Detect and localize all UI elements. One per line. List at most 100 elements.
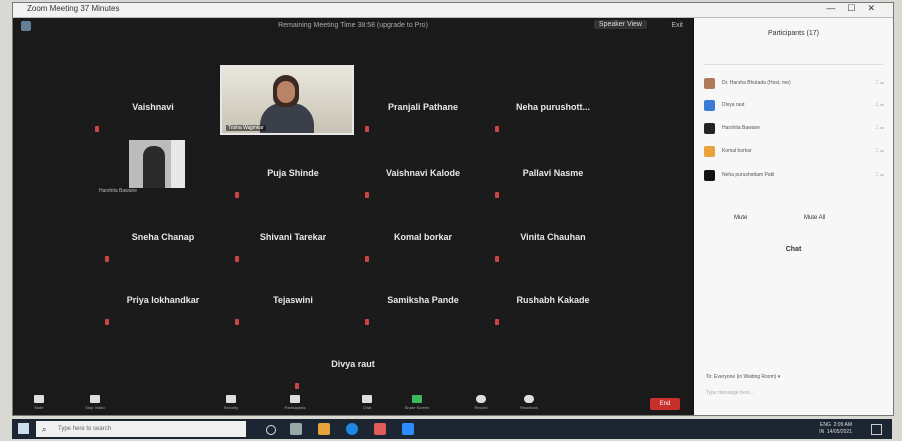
- taskbar-search-input[interactable]: ⌕ Type here to search: [36, 421, 246, 437]
- window-controls[interactable]: —☐✕: [826, 3, 887, 14]
- muted-mic-icon: [235, 192, 239, 198]
- muted-mic-icon: [235, 256, 239, 262]
- mute-button[interactable]: Mute: [19, 395, 59, 410]
- participant-name: Rushabh Kakade: [516, 295, 590, 305]
- participant-name: Neha purushott...: [516, 102, 590, 112]
- participant-tile[interactable]: Sneha Chanap: [99, 210, 227, 268]
- participant-tile[interactable]: Vaishnavi Kalode: [359, 146, 487, 204]
- participant-tile[interactable]: Divya raut: [289, 337, 417, 395]
- participant-name: Pranjali Pathane: [387, 102, 459, 112]
- mic-video-status-icon: ⎍ ▭: [875, 148, 884, 154]
- avatar: [704, 100, 715, 111]
- edge-browser-icon[interactable]: [346, 423, 358, 435]
- speaker-view-button[interactable]: Speaker View: [593, 20, 647, 29]
- zoom-app-icon[interactable]: [402, 423, 414, 435]
- participant-row[interactable]: Komal borkar ⎍ ▭: [704, 144, 884, 160]
- participant-tile[interactable]: Rushabh Kakade: [489, 273, 617, 331]
- participant-name: Shivani Tarekar: [259, 232, 327, 242]
- muted-mic-icon: [365, 256, 369, 262]
- muted-mic-icon: [235, 319, 239, 325]
- participants-header: Participants (17): [768, 30, 819, 37]
- record-button[interactable]: Record: [461, 395, 501, 410]
- participant-tile[interactable]: Tejaswini: [229, 273, 357, 331]
- participant-search[interactable]: [704, 56, 883, 65]
- participant-name: Pallavi Nasme: [522, 168, 584, 178]
- participant-tile[interactable]: Samiksha Pande: [359, 273, 487, 331]
- search-icon: ⌕: [42, 425, 47, 434]
- participants-panel: Participants (17) Dr. Harsha Bhutada (Ho…: [694, 18, 893, 415]
- exit-fullscreen-button[interactable]: Exit: [671, 22, 683, 29]
- stop-video-button[interactable]: Stop Video: [75, 395, 115, 410]
- person-face: [277, 81, 295, 103]
- file-explorer-icon[interactable]: [318, 423, 330, 435]
- person-figure: [143, 146, 165, 188]
- muted-mic-icon: [365, 126, 369, 132]
- participant-tile[interactable]: Puja Shinde: [229, 146, 357, 204]
- muted-mic-icon: [95, 126, 99, 132]
- windows-taskbar: ⌕ Type here to search ENG 2:09 AM IN 14/…: [12, 419, 892, 439]
- participant-tile[interactable]: Vinita Chauhan: [489, 210, 617, 268]
- participant-tile[interactable]: Priya lokhandkar: [99, 273, 227, 331]
- mute-button[interactable]: Mute: [734, 215, 747, 221]
- participant-row[interactable]: Divya raut ⎍ ▭: [704, 98, 884, 114]
- participant-video[interactable]: [129, 140, 185, 188]
- chat-icon: [362, 395, 372, 403]
- muted-mic-icon: [495, 319, 499, 325]
- security-button[interactable]: Security: [211, 395, 251, 410]
- task-view-icon[interactable]: [290, 423, 302, 435]
- chat-header: Chat: [785, 246, 802, 253]
- muted-mic-icon: [105, 256, 109, 262]
- muted-mic-icon: [495, 256, 499, 262]
- participant-tile[interactable]: Neha purushott...: [489, 80, 617, 138]
- meeting-top-bar: Remaining Meeting Time 38:58 (upgrade to…: [13, 18, 693, 38]
- person-body: [260, 103, 314, 133]
- muted-mic-icon: [295, 383, 299, 389]
- participant-name: Vinita Chauhan: [520, 232, 586, 242]
- end-meeting-button[interactable]: End: [650, 398, 680, 410]
- chat-button[interactable]: Chat: [347, 395, 387, 410]
- mic-video-status-icon: ⎍ ▭: [875, 102, 884, 108]
- participant-row[interactable]: Harshita Bawane ⎍ ▭: [704, 121, 884, 137]
- participant-tile[interactable]: Vaishnavi: [89, 80, 217, 138]
- muted-mic-icon: [365, 319, 369, 325]
- participant-name: Vaishnavi: [132, 102, 174, 112]
- participant-tile[interactable]: Shivani Tarekar: [229, 210, 357, 268]
- participant-row[interactable]: Neha purushottam Patil ⎍ ▭: [704, 168, 884, 184]
- participants-icon: [290, 395, 300, 403]
- share-screen-icon: [412, 395, 422, 403]
- muted-mic-icon: [495, 192, 499, 198]
- mic-video-status-icon: ⎍ ▭: [875, 172, 884, 178]
- chat-recipient-select[interactable]: To: Everyone (in Waiting Room) ▾: [706, 374, 780, 380]
- video-name-label: Harshita Bawane: [99, 188, 138, 194]
- store-icon[interactable]: [374, 423, 386, 435]
- windows-start-icon[interactable]: [18, 423, 29, 434]
- meeting-toolbar: Mute Stop Video Security Participants Ch…: [13, 395, 693, 415]
- participants-button[interactable]: Participants: [275, 395, 315, 410]
- share-screen-button[interactable]: Share Screen: [397, 395, 437, 410]
- participant-row[interactable]: Dr. Harsha Bhutada (Host, me) ⎍ ▭: [704, 76, 884, 92]
- participant-tile[interactable]: Pallavi Nasme: [489, 146, 617, 204]
- notification-icon[interactable]: [871, 424, 882, 435]
- participant-name: Priya lokhandkar: [126, 295, 200, 305]
- participant-tile[interactable]: Pranjali Pathane: [359, 80, 487, 138]
- window-title: Zoom Meeting 37 Minutes: [27, 4, 120, 13]
- participant-tile[interactable]: Komal borkar: [359, 210, 487, 268]
- avatar: [704, 170, 715, 181]
- avatar: [704, 123, 715, 134]
- title-bar: Zoom Meeting 37 Minutes —☐✕: [13, 3, 893, 18]
- system-tray-clock[interactable]: ENG 2:09 AM IN 14/05/2021: [819, 422, 852, 436]
- participant-name: Samiksha Pande: [387, 295, 459, 305]
- cortana-icon[interactable]: [266, 425, 276, 435]
- mic-video-status-icon: ⎍ ▭: [875, 80, 884, 86]
- shield-icon: [226, 395, 236, 403]
- avatar: [704, 146, 715, 157]
- meeting-time-notice: Remaining Meeting Time 38:58 (upgrade to…: [278, 22, 428, 29]
- mute-all-button[interactable]: Mute All: [804, 215, 825, 221]
- participant-name: Sneha Chanap: [131, 232, 195, 242]
- reactions-button[interactable]: Reactions: [509, 395, 549, 410]
- mic-video-status-icon: ⎍ ▭: [875, 125, 884, 131]
- participant-name: Tejaswini: [273, 295, 313, 305]
- chat-message-input[interactable]: Type message here...: [706, 390, 754, 396]
- muted-mic-icon: [495, 126, 499, 132]
- participant-video[interactable]: Trisha Wajjmkar: [220, 65, 354, 135]
